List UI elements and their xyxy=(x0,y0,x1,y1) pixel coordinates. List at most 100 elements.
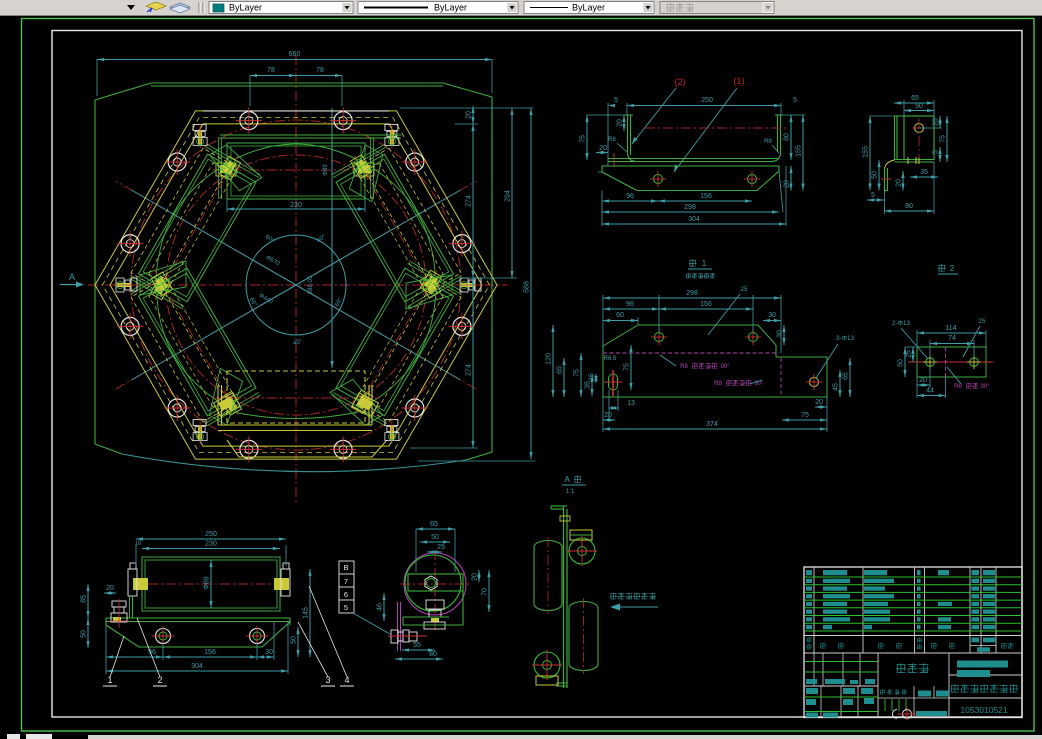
svg-text:60: 60 xyxy=(616,312,624,319)
svg-text:230: 230 xyxy=(205,541,217,548)
svg-text:274: 274 xyxy=(466,364,473,376)
svg-text:20: 20 xyxy=(466,111,473,119)
svg-text:588: 588 xyxy=(524,281,531,293)
svg-text:5: 5 xyxy=(933,150,940,154)
svg-text:20: 20 xyxy=(472,573,479,581)
svg-text:1:1: 1:1 xyxy=(566,489,575,495)
svg-text:374: 374 xyxy=(706,421,718,428)
svg-text:250: 250 xyxy=(701,97,713,104)
svg-text:50: 50 xyxy=(915,103,923,110)
svg-text:1053010521: 1053010521 xyxy=(960,705,1008,715)
svg-text:10: 10 xyxy=(135,541,142,547)
svg-text:7: 7 xyxy=(344,577,348,586)
svg-text:(2): (2) xyxy=(675,77,686,87)
svg-text:20: 20 xyxy=(604,412,612,419)
svg-text:R8: R8 xyxy=(608,137,616,143)
svg-text:6: 6 xyxy=(344,590,348,599)
svg-text:20: 20 xyxy=(896,179,903,187)
svg-text:96: 96 xyxy=(626,193,634,200)
svg-text:30: 30 xyxy=(768,312,776,319)
svg-text:65: 65 xyxy=(843,372,850,380)
svg-text:30: 30 xyxy=(777,330,784,338)
svg-text:75: 75 xyxy=(801,412,809,419)
svg-text:25: 25 xyxy=(437,544,445,551)
svg-text:50: 50 xyxy=(898,359,905,367)
svg-text:ByLayer: ByLayer xyxy=(434,3,467,13)
svg-text:74: 74 xyxy=(948,335,956,342)
svg-text:35: 35 xyxy=(585,381,592,389)
svg-text:145: 145 xyxy=(303,607,310,619)
svg-text:1: 1 xyxy=(702,259,707,268)
svg-text:R8: R8 xyxy=(714,381,722,387)
svg-text:75: 75 xyxy=(624,363,631,371)
svg-text:156: 156 xyxy=(700,193,712,200)
svg-text:45: 45 xyxy=(833,383,840,391)
svg-text:90°: 90° xyxy=(980,384,990,390)
svg-text:20: 20 xyxy=(784,180,791,188)
svg-text:20: 20 xyxy=(933,118,940,126)
svg-text:R6.5: R6.5 xyxy=(604,356,617,362)
svg-text:250: 250 xyxy=(205,531,217,538)
svg-text:5: 5 xyxy=(793,97,797,104)
svg-text:80: 80 xyxy=(784,133,791,141)
svg-text:120: 120 xyxy=(546,353,553,365)
svg-text:25: 25 xyxy=(978,318,986,325)
svg-text:13: 13 xyxy=(627,400,635,407)
svg-text:96: 96 xyxy=(626,301,634,308)
svg-text:30: 30 xyxy=(265,649,273,656)
svg-text:50: 50 xyxy=(81,630,88,638)
svg-text:A: A xyxy=(564,475,570,484)
svg-text:20: 20 xyxy=(599,145,607,152)
svg-text:R8: R8 xyxy=(680,364,688,370)
svg-text:70: 70 xyxy=(482,588,489,596)
svg-text:289.05: 289.05 xyxy=(308,275,314,294)
svg-text:50: 50 xyxy=(872,171,879,179)
svg-text:90°: 90° xyxy=(720,364,730,370)
svg-text:20: 20 xyxy=(919,377,927,384)
svg-text:ByLayer: ByLayer xyxy=(572,3,605,13)
svg-text:75: 75 xyxy=(940,135,947,143)
svg-text:25: 25 xyxy=(740,286,748,293)
svg-text:5: 5 xyxy=(871,192,875,199)
svg-text:78: 78 xyxy=(267,67,275,74)
svg-text:155: 155 xyxy=(863,146,870,158)
svg-text:Φ89: Φ89 xyxy=(204,576,211,589)
svg-text:65: 65 xyxy=(557,366,564,374)
svg-text:80: 80 xyxy=(429,651,437,658)
svg-text:R8: R8 xyxy=(764,139,772,145)
svg-text:80: 80 xyxy=(905,203,913,210)
svg-text:2-Φ13: 2-Φ13 xyxy=(892,320,911,327)
svg-text:65: 65 xyxy=(911,95,919,102)
svg-text:2: 2 xyxy=(950,264,955,273)
svg-text:85: 85 xyxy=(81,595,88,603)
svg-text:44: 44 xyxy=(926,388,934,395)
svg-text:230: 230 xyxy=(290,202,302,209)
svg-text:55: 55 xyxy=(413,642,421,649)
svg-text:50: 50 xyxy=(291,636,298,644)
svg-text:298: 298 xyxy=(684,204,696,211)
svg-text:78: 78 xyxy=(316,67,324,74)
svg-text:Φ89: Φ89 xyxy=(323,164,329,176)
svg-text:65: 65 xyxy=(430,521,438,528)
svg-text:B: B xyxy=(343,563,348,572)
svg-text:114: 114 xyxy=(945,325,956,332)
svg-text:5: 5 xyxy=(614,97,618,104)
svg-text:660: 660 xyxy=(289,51,301,58)
svg-text:304: 304 xyxy=(191,663,203,670)
svg-text:46: 46 xyxy=(377,603,384,611)
svg-text:75: 75 xyxy=(580,135,587,143)
svg-text:20: 20 xyxy=(617,119,624,127)
svg-text:155: 155 xyxy=(796,145,803,157)
svg-text:50: 50 xyxy=(431,534,439,541)
svg-text:274: 274 xyxy=(466,195,473,207)
svg-text:75: 75 xyxy=(574,369,581,377)
svg-text:156: 156 xyxy=(204,649,216,656)
svg-text:304: 304 xyxy=(688,216,700,223)
svg-text:R8: R8 xyxy=(954,384,962,390)
svg-text:156: 156 xyxy=(700,301,712,308)
svg-text:298: 298 xyxy=(686,290,698,297)
svg-text:20: 20 xyxy=(815,399,823,406)
svg-text:20: 20 xyxy=(106,585,114,592)
svg-text:(1): (1) xyxy=(734,76,745,86)
svg-text:5: 5 xyxy=(344,603,348,612)
